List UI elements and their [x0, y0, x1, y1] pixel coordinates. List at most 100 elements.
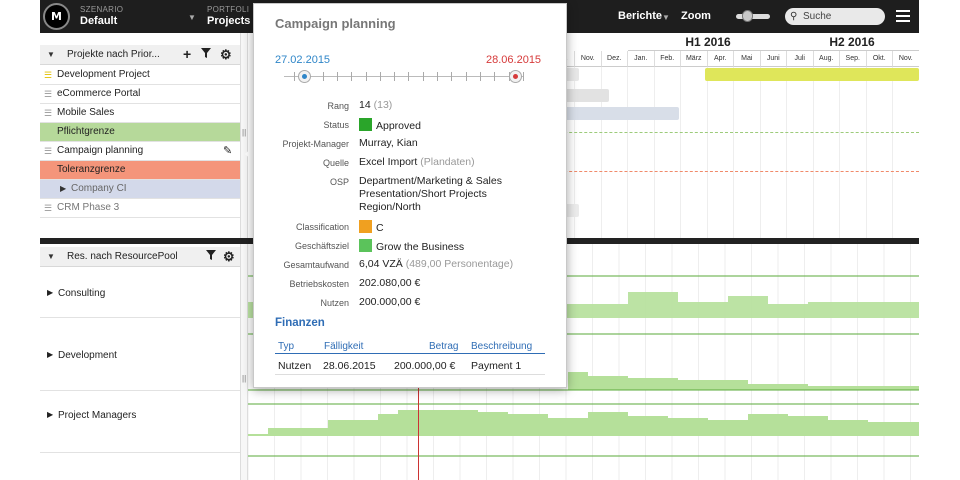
color-swatch-icon	[359, 118, 372, 131]
scenario-value: Default	[80, 15, 118, 27]
finance-col-typ: Typ	[278, 341, 295, 352]
field-value: Grow the Business	[359, 239, 559, 254]
slider-tick	[394, 72, 396, 81]
timeline-month: Okt.	[865, 51, 892, 67]
toleranzgrenze-line	[539, 171, 919, 172]
field-value-line: Region/North	[359, 201, 421, 213]
project-row[interactable]: ☰ Campaign planning ✎	[40, 142, 240, 161]
vertical-splitter[interactable]	[240, 33, 248, 480]
project-row[interactable]: ☰ eCommerce Portal	[40, 85, 240, 104]
project-row-label: Toleranzgrenze	[57, 164, 126, 175]
resource-pane-title[interactable]: Res. nach ResourcePool	[67, 251, 178, 262]
finance-cell-betrag: 200.000,00 €	[394, 360, 456, 372]
date-range-slider[interactable]	[284, 76, 524, 77]
hamburger-menu-icon[interactable]	[896, 10, 910, 22]
resource-row-project-managers[interactable]: ▶ Project Managers	[40, 391, 240, 453]
field-value-text: Department/Marketing & Sales	[359, 175, 502, 187]
portfolio-label: PORTFOLI	[207, 5, 250, 14]
expand-icon[interactable]: ▶	[47, 410, 53, 419]
field-label: OSP	[329, 177, 349, 187]
timeline-half-year: H1 2016	[628, 33, 788, 51]
resource-row-label: Project Managers	[58, 410, 137, 421]
field-label: Quelle	[322, 158, 349, 168]
project-row[interactable]: ☰ CRM Phase 3	[40, 199, 240, 218]
zoom-slider-handle[interactable]	[742, 10, 753, 22]
field-value-text: 200.000,00 €	[359, 296, 421, 308]
timeline-month: Jan.	[627, 51, 654, 67]
gear-icon[interactable]: ⚙	[223, 249, 235, 265]
collapse-icon[interactable]: ▼	[47, 50, 55, 59]
resource-row-label: Consulting	[58, 288, 106, 299]
slider-tick	[322, 72, 324, 81]
scenario-dropdown-icon[interactable]: ▼	[188, 13, 196, 22]
collapse-icon[interactable]: ▼	[47, 252, 55, 261]
expand-icon[interactable]: ▶	[47, 288, 53, 297]
add-icon[interactable]: +	[183, 46, 191, 62]
resource-row-consulting[interactable]: ▶ Consulting	[40, 268, 240, 318]
projects-pane-title[interactable]: Projekte nach Prior...	[67, 49, 160, 60]
timeline-month: Aug.	[812, 51, 839, 67]
splitter-grip-icon[interactable]: ||	[242, 374, 246, 383]
splitter-grip-icon[interactable]: ||	[242, 128, 246, 137]
slider-tick	[294, 72, 295, 81]
drag-handle-icon[interactable]: ☰	[44, 104, 52, 122]
field-label: Rang	[327, 101, 349, 111]
drag-handle-icon[interactable]: ☰	[44, 85, 52, 103]
end-date: 28.06.2015	[486, 54, 542, 66]
field-label: Nutzen	[320, 298, 349, 308]
project-row[interactable]: Pflichtgrenze	[40, 123, 240, 142]
project-row[interactable]: Toleranzgrenze	[40, 161, 240, 180]
search-icon: ⚲	[790, 11, 798, 22]
zoom-label: Zoom	[681, 10, 711, 22]
start-date-handle[interactable]	[298, 70, 311, 83]
resource-row-development[interactable]: ▶ Development	[40, 318, 240, 391]
app-logo[interactable]: M	[43, 3, 70, 30]
projects-pane-header: ▼ Projekte nach Prior... + ⚙	[40, 45, 240, 65]
gantt-bar-development-project-2[interactable]	[705, 68, 919, 81]
filter-icon[interactable]	[206, 250, 216, 263]
field-value: Murray, Kian	[359, 137, 559, 150]
start-date: 27.02.2015	[275, 54, 331, 66]
timeline-month: Juni	[759, 51, 786, 67]
drag-handle-icon[interactable]: ☰	[44, 199, 52, 217]
reports-dropdown-icon[interactable]: ▼	[662, 13, 670, 22]
edit-pencil-icon[interactable]: ✎	[223, 142, 232, 160]
field-value: Approved	[359, 118, 559, 133]
project-row-label: Mobile Sales	[57, 107, 115, 118]
finance-section-title: Finanzen	[275, 317, 325, 329]
finance-col-beschreibung: Beschreibung	[471, 341, 533, 352]
slider-tick	[479, 72, 481, 81]
scenario-selector[interactable]: SZENARIO Default	[80, 5, 123, 28]
project-row[interactable]: ☰ Development Project	[40, 66, 240, 85]
field-label: Gesamtaufwand	[283, 260, 349, 270]
finance-row-divider	[275, 374, 545, 375]
expand-icon[interactable]: ▶	[60, 180, 66, 198]
filter-icon[interactable]	[201, 48, 211, 61]
field-value-text: Excel Import	[359, 156, 418, 168]
portfolio-selector[interactable]: PORTFOLI Projects	[207, 5, 250, 28]
slider-tick	[365, 72, 367, 81]
project-details-popup: Campaign planning 27.02.2015 28.06.2015 …	[253, 3, 567, 388]
reports-menu[interactable]: Berichte	[618, 10, 662, 22]
gear-icon[interactable]: ⚙	[220, 47, 232, 63]
timeline-month: Juli	[786, 51, 813, 67]
project-row[interactable]: ☰ Mobile Sales	[40, 104, 240, 123]
drag-handle-icon[interactable]: ☰	[44, 142, 52, 160]
field-value-secondary: (Plandaten)	[420, 156, 475, 168]
drag-handle-icon[interactable]: ☰	[44, 66, 52, 84]
slider-tick	[379, 72, 381, 81]
field-value: 200.000,00 €	[359, 296, 559, 309]
finance-col-faelligkeit: Fälligkeit	[324, 341, 364, 352]
timeline-month: März	[680, 51, 707, 67]
color-swatch-icon	[359, 239, 372, 252]
search-input[interactable]: ⚲ Suche	[785, 8, 885, 25]
field-value: 14 (13)	[359, 99, 559, 112]
field-value-text: 14	[359, 99, 371, 111]
project-row[interactable]: ▶ Company CI	[40, 180, 240, 199]
project-row-label: Development Project	[57, 69, 150, 80]
finance-cell-faelligkeit: 28.06.2015	[323, 360, 376, 372]
expand-icon[interactable]: ▶	[47, 350, 53, 359]
project-row-label: Pflichtgrenze	[57, 126, 115, 137]
end-date-handle[interactable]	[509, 70, 522, 83]
project-row-label: CRM Phase 3	[57, 202, 120, 213]
